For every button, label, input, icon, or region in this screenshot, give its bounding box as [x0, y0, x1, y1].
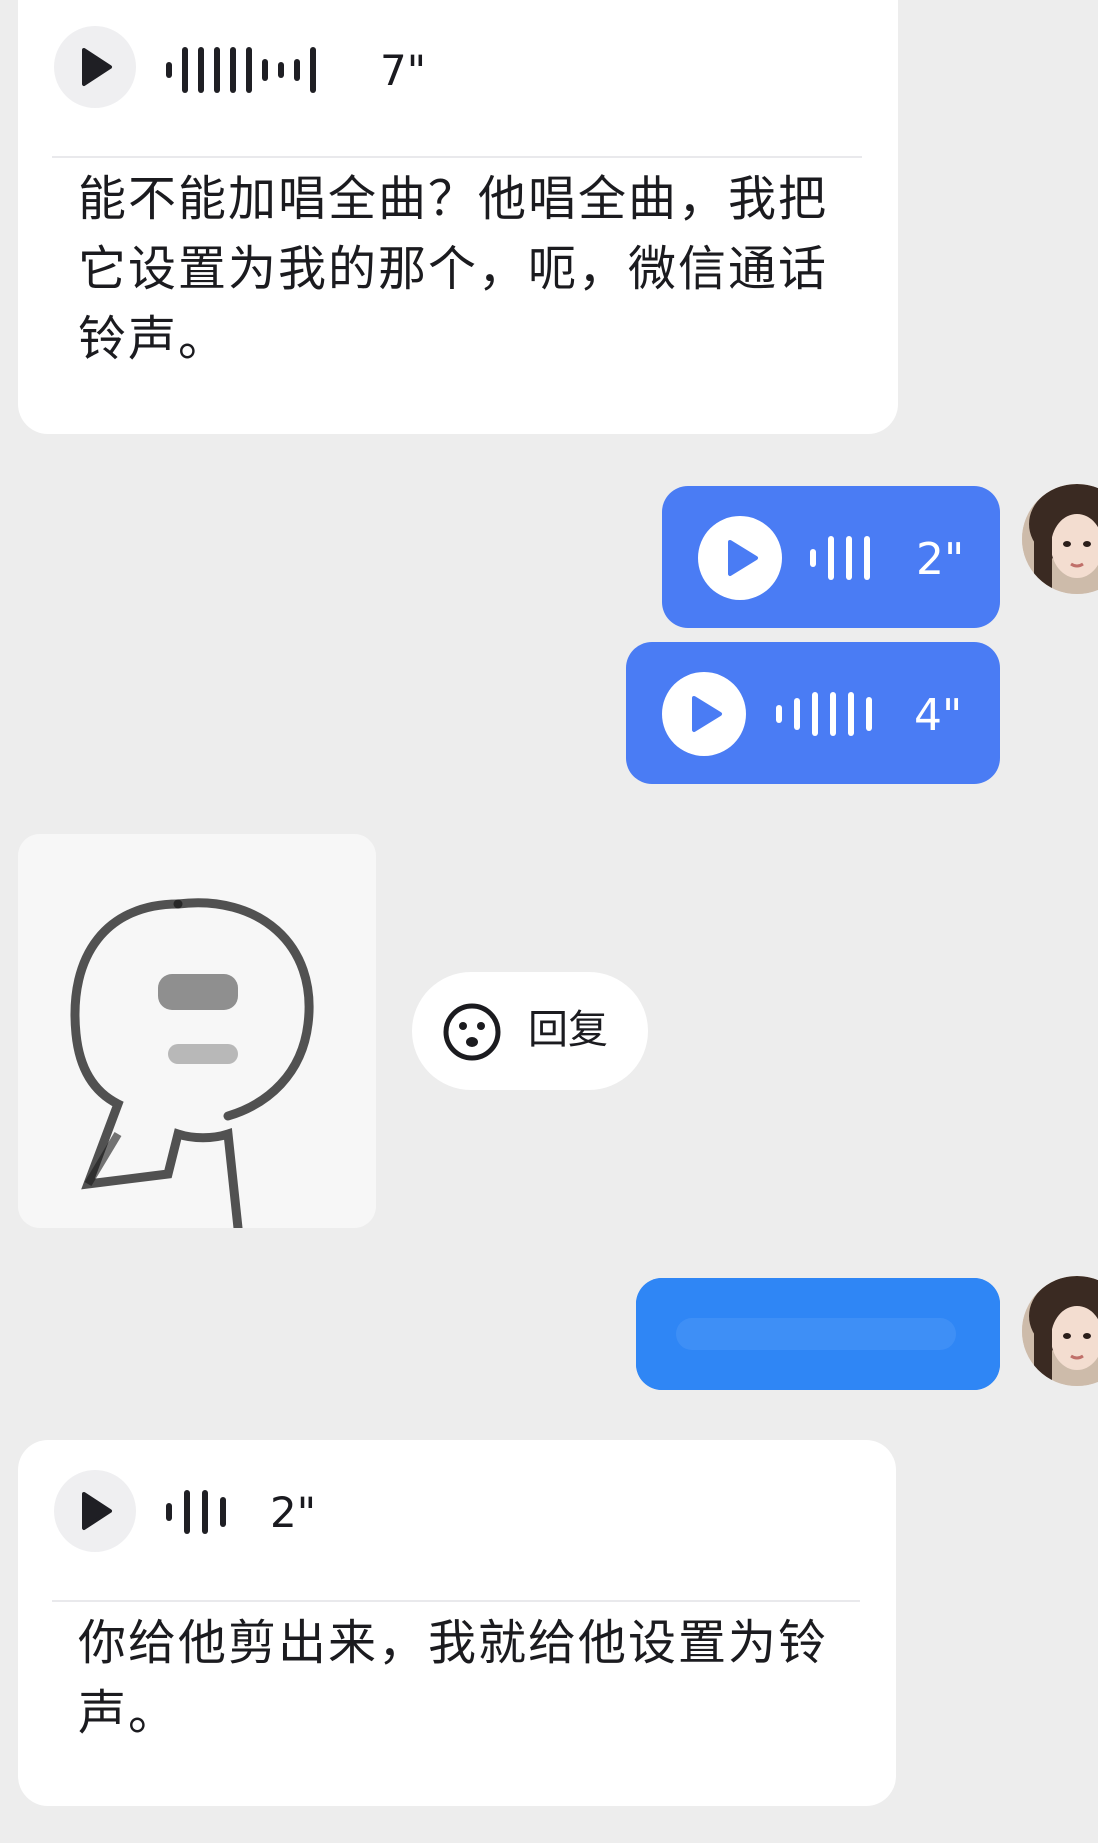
play-button[interactable] — [54, 1470, 136, 1552]
voice-duration: 4" — [914, 690, 963, 741]
blurred-text-content — [636, 1278, 1000, 1390]
reply-label: 回复 — [528, 1007, 608, 1053]
transcript-divider — [52, 1600, 860, 1602]
voice-duration: 2" — [270, 1488, 317, 1537]
incoming-voice-message[interactable]: 2" 你给他剪出来，我就给他设置为铃声。 — [18, 1440, 896, 1806]
play-icon — [82, 48, 112, 86]
outgoing-voice-message[interactable]: 4" — [626, 642, 1000, 784]
outgoing-text-message-blurred[interactable] — [636, 1278, 1000, 1390]
play-icon — [82, 1492, 112, 1530]
avatar[interactable] — [1022, 1276, 1098, 1386]
transcript-divider — [52, 156, 862, 158]
voice-waveform-icon — [776, 690, 872, 738]
voice-duration: 7" — [380, 46, 427, 95]
reply-button[interactable]: 回复 — [412, 972, 648, 1090]
voice-waveform-icon — [166, 46, 316, 94]
play-icon — [692, 696, 722, 732]
sticker-message[interactable] — [18, 834, 376, 1228]
voice-waveform-icon — [166, 1488, 226, 1536]
voice-waveform-icon — [810, 534, 870, 582]
play-button[interactable] — [662, 672, 746, 756]
voice-transcript: 你给他剪出来，我就给他设置为铃声。 — [78, 1615, 829, 1741]
user-avatar-image — [1022, 1276, 1098, 1386]
play-button[interactable] — [54, 26, 136, 108]
voice-duration: 2" — [916, 534, 965, 585]
incoming-voice-message[interactable]: 7" 能不能加唱全曲？他唱全曲，我把它设置为我的那个，呃，微信通话铃声。 — [18, 0, 898, 434]
play-icon — [728, 540, 758, 576]
user-avatar-image — [1022, 484, 1098, 594]
play-button[interactable] — [698, 516, 782, 600]
meme-sticker-image — [18, 834, 376, 1228]
outgoing-voice-message[interactable]: 2" — [662, 486, 1000, 628]
avatar[interactable] — [1022, 484, 1098, 594]
voice-transcript: 能不能加唱全曲？他唱全曲，我把它设置为我的那个，呃，微信通话铃声。 — [78, 171, 829, 367]
smiley-icon — [443, 1003, 501, 1061]
